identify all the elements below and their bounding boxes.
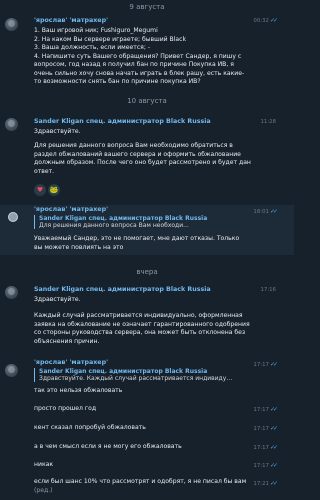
message-line: должным образом. После чего оно будет ра… bbox=[34, 159, 251, 166]
time-label: 00:32 bbox=[253, 18, 269, 24]
sender-name[interactable]: 'ярослав' 'матрахер' bbox=[34, 17, 108, 24]
message-time: 17:17✓✓ bbox=[253, 462, 278, 469]
double-check-icon: ✓✓ bbox=[269, 208, 278, 215]
message-text[interactable]: если был шанс 10% что рассмотрят и одобр… bbox=[34, 478, 252, 495]
double-check-icon: ✓✓ bbox=[269, 480, 278, 487]
sender-name[interactable]: 'ярослав' 'матрахер' bbox=[34, 359, 108, 366]
message-line: очень сильно хочу снова начать играть в … bbox=[34, 69, 245, 77]
time-label: 17:17 bbox=[253, 362, 269, 368]
message-line: если был шанс 10% что рассмотрят и одобр… bbox=[34, 478, 247, 485]
message-line: заявка на обжалование не означает гарант… bbox=[34, 320, 250, 328]
double-check-icon: ✓✓ bbox=[269, 406, 278, 413]
reply-quote[interactable]: Sander Kligan спец. администратор Black … bbox=[34, 368, 234, 382]
time-label: 18:01 bbox=[253, 209, 269, 215]
message-greeting[interactable]: Здравствуйте. bbox=[34, 296, 252, 305]
message-time: 17:17✓✓ bbox=[253, 444, 278, 451]
sender-name[interactable]: Sander Kligan спец. администратор Black … bbox=[34, 286, 211, 293]
selected-circle-icon[interactable] bbox=[8, 212, 18, 222]
message-text[interactable]: кент сказал попробуй обжаловать bbox=[34, 424, 252, 433]
reactions-bar: ♥ 🐸 bbox=[34, 184, 60, 196]
sender-name[interactable]: 'ярослав' 'матрахер' bbox=[34, 206, 108, 213]
message-line: Для решения данного вопроса Вам необходи… bbox=[34, 142, 233, 149]
message-line: 3. Ваша должность, если имеется; - bbox=[34, 44, 151, 51]
heart-reaction[interactable]: ♥ bbox=[34, 184, 46, 196]
message-time: 17:17✓✓ bbox=[253, 425, 278, 432]
message-time: 17:17✓✓ bbox=[253, 361, 278, 368]
message-line: 1. Ваш игровой ник; Fushiguro_Megumi bbox=[34, 27, 158, 34]
message-line: то возможности снять бан по причине поку… bbox=[34, 78, 201, 85]
date-separator: вчера bbox=[136, 268, 158, 276]
message-line: 4. Напишите суть Вашего обращения? Приве… bbox=[34, 52, 242, 60]
reply-preview: Для решения данного вопроса Вам необходи… bbox=[39, 222, 189, 229]
message-line: Уважаемый Сандер, это не помогает, мне д… bbox=[34, 235, 240, 242]
double-check-icon: ✓✓ bbox=[269, 462, 278, 469]
message-text[interactable]: просто прошел год bbox=[34, 405, 252, 414]
avatar-icon[interactable] bbox=[5, 364, 18, 377]
reply-quote[interactable]: Sander Kligan спец. администратор Black … bbox=[34, 215, 234, 229]
chat-history[interactable]: 9 августа 'ярослав' 'матрахер' 1. Ваш иг… bbox=[0, 0, 294, 500]
message-time: 18:01✓✓ bbox=[253, 208, 278, 215]
message-line: ответ. bbox=[34, 167, 55, 175]
time-label: 17:17 bbox=[253, 407, 269, 413]
time-label: 17:21 bbox=[253, 481, 269, 487]
message-greeting[interactable]: Здравствуйте. bbox=[34, 128, 252, 137]
message-line: раздел обжалований вашего сервера и офор… bbox=[34, 150, 241, 158]
avatar-icon[interactable] bbox=[5, 118, 18, 131]
message-line: вы можете повлиять на это bbox=[34, 243, 124, 251]
date-separator: 9 августа bbox=[129, 3, 165, 11]
message-line: вопросом, год назад я получил бан по при… bbox=[34, 61, 234, 68]
avatar-icon[interactable] bbox=[5, 18, 18, 31]
message-line: 2. На каком Вы сервере играете; бывший B… bbox=[34, 35, 187, 43]
double-check-icon: ✓✓ bbox=[269, 17, 278, 24]
message-text[interactable]: а в чем смысл если я не могу его обжалов… bbox=[34, 443, 252, 452]
double-check-icon: ✓✓ bbox=[269, 425, 278, 432]
message-text[interactable]: Уважаемый Сандер, это не помогает, мне д… bbox=[34, 235, 252, 252]
frog-reaction[interactable]: 🐸 bbox=[48, 184, 60, 196]
message-time: 17:17✓✓ bbox=[253, 406, 278, 413]
double-check-icon: ✓✓ bbox=[269, 444, 278, 451]
double-check-icon: ✓✓ bbox=[269, 361, 278, 368]
message-time: 17:21✓✓ bbox=[253, 480, 278, 487]
reply-author: Sander Kligan спец. администратор Black … bbox=[39, 368, 208, 375]
message-text[interactable]: 1. Ваш игровой ник; Fushiguro_Megumi 2. … bbox=[34, 27, 252, 87]
message-line: со стороны руководства сервера, она може… bbox=[34, 329, 246, 336]
date-separator: 10 августа bbox=[127, 97, 167, 105]
message-text[interactable]: никак bbox=[34, 461, 252, 470]
message-line: объяснения причин. bbox=[34, 337, 100, 345]
message-text[interactable]: Каждый случай рассматривается индивидуал… bbox=[34, 312, 252, 346]
sender-name[interactable]: Sander Kligan спец. администратор Black … bbox=[34, 118, 211, 125]
message-time: 11:28 bbox=[260, 119, 276, 125]
message-line: Каждый случай рассматривается индивидуал… bbox=[34, 312, 243, 319]
edited-label: (ред.) bbox=[34, 486, 53, 494]
message-text[interactable]: Для решения данного вопроса Вам необходи… bbox=[34, 142, 252, 176]
reply-preview: Здравствуйте. Каждый случай рассматривае… bbox=[39, 375, 234, 382]
avatar-icon[interactable] bbox=[5, 286, 18, 299]
message-time: 17:16 bbox=[260, 287, 276, 293]
time-label: 17:17 bbox=[253, 426, 269, 432]
message-text[interactable]: так это нельзя обжаловать bbox=[34, 387, 252, 396]
message-time: 00:32✓✓ bbox=[253, 17, 278, 24]
time-label: 17:17 bbox=[253, 463, 269, 469]
time-label: 17:17 bbox=[253, 445, 269, 451]
reply-author: Sander Kligan спец. администратор Black … bbox=[39, 215, 208, 222]
